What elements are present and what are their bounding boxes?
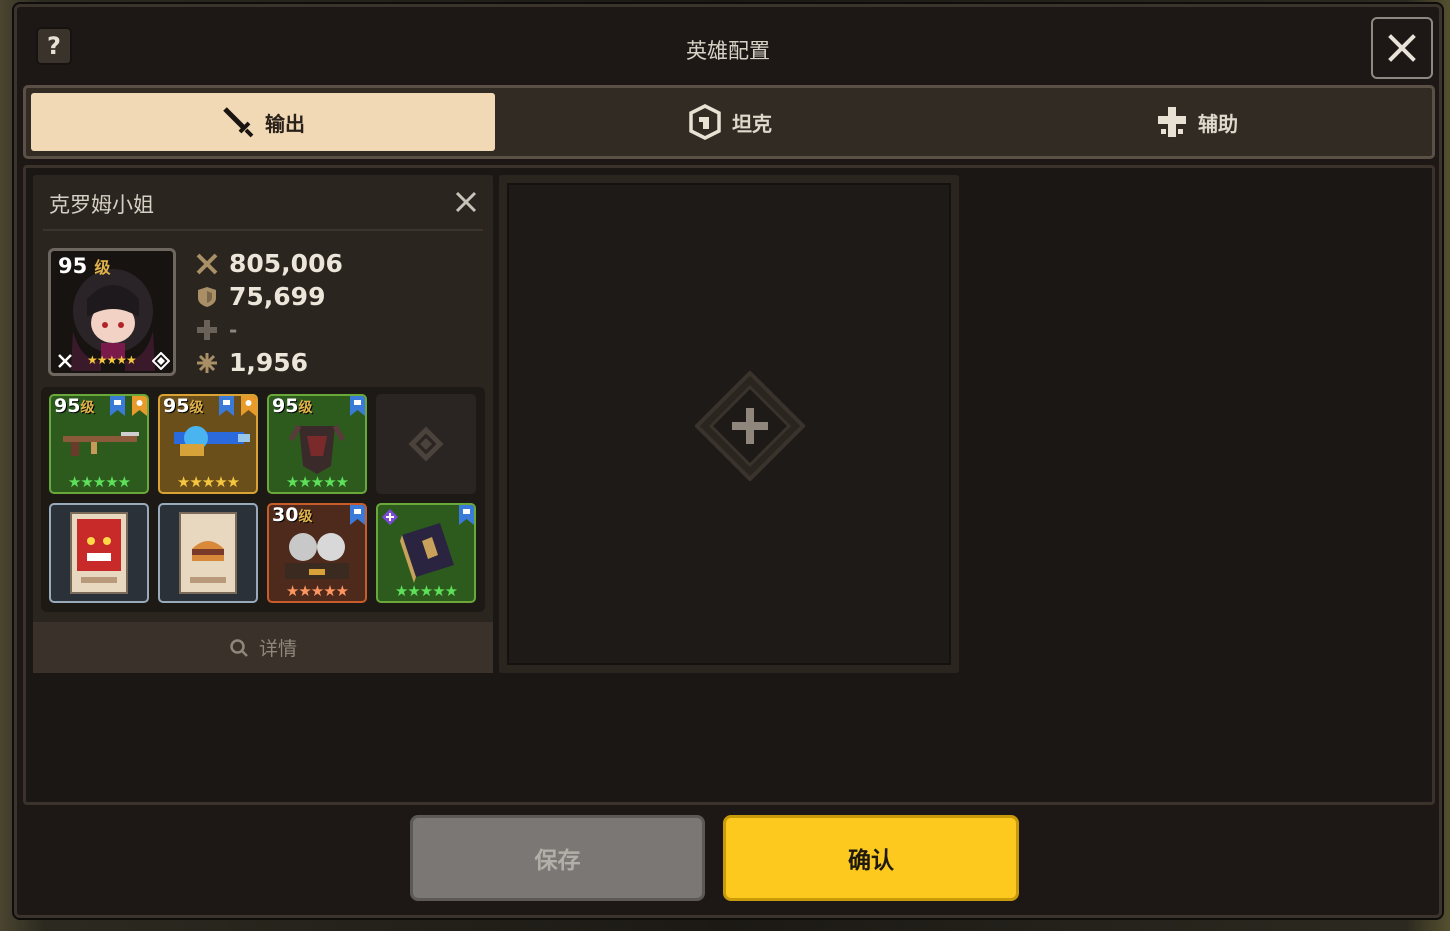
equip-slot-card-demon[interactable] [49,503,149,603]
hero-portrait[interactable]: 95 级 ★★★★★ [48,248,176,376]
equipment-grid: 95级 ★★★★★ 95级 ★★★★★ 95级 ★★★★★ 30级 ★★★★★ … [41,387,485,612]
equip-level: 95级 [163,395,204,417]
equip-slot-spellbook[interactable]: ★★★★★ [376,503,476,603]
hero-slots-area: 克罗姆小姐 95 级 ★★★★★ 805,006 75,699 - 1,956 … [23,165,1435,805]
bookmark-icon [132,396,147,416]
equip-slot-empty[interactable] [376,394,476,494]
tab-label: 坦克 [732,111,772,136]
hero-name: 克罗姆小姐 [49,193,154,217]
tab-label: 辅助 [1198,111,1238,136]
equip-level: 30级 [272,504,313,526]
tab-label: 输出 [265,111,305,136]
bookmark-icon [110,396,125,416]
equip-slot-weapon[interactable]: 95级 ★★★★★ [49,394,149,494]
burger-card-icon [179,512,237,594]
bookmark-icon [241,396,256,416]
heal-icon [195,318,219,342]
element-icon [152,352,170,370]
equip-slot-card-burger[interactable] [158,503,258,603]
empty-slot-frame [507,183,951,665]
close-button[interactable] [1371,17,1433,79]
bookmark-icon [350,505,365,525]
support-cross-icon [1158,107,1186,137]
hero-stars: ★★★★★ [87,353,137,367]
stat-defense: 75,699 [195,280,343,313]
sword-icon [223,107,254,138]
empty-slot-icon [408,426,444,462]
divider [43,229,483,231]
save-button[interactable]: 保存 [410,815,705,901]
equip-stars: ★★★★★ [285,473,349,491]
stat-support: 1,956 [195,346,343,379]
confirm-button[interactable]: 确认 [723,815,1019,901]
hero-level: 95 级 [58,254,111,278]
details-label: 详情 [258,638,297,660]
shield-icon [689,104,721,140]
equip-stars: ★★★★★ [285,582,349,600]
empty-hero-slot[interactable] [499,175,959,673]
hero-card[interactable]: 克罗姆小姐 95 级 ★★★★★ 805,006 75,699 - 1,956 … [33,175,493,673]
equip-slot-figures[interactable]: 30级 ★★★★★ [267,503,367,603]
defense-icon [195,285,219,309]
bookmark-icon [219,396,234,416]
dialog-title: 英雄配置 [686,39,770,63]
close-icon [1388,34,1416,62]
bookmark-icon [350,396,365,416]
dps-role-icon [58,354,72,368]
add-hero-icon[interactable] [695,371,805,481]
details-button[interactable]: 详情 [33,622,493,673]
support-icon [195,351,219,375]
hero-config-dialog: ? 英雄配置 输出 坦克 辅助 克罗姆小姐 95 级 ★★★★★ 805,006… [14,4,1442,918]
equip-stars: ★★★★★ [67,473,131,491]
hero-stats: 805,006 75,699 - 1,956 [195,247,343,379]
search-icon [230,638,248,657]
stat-attack: 805,006 [195,247,343,280]
remove-hero-icon[interactable] [453,189,479,215]
equip-level: 95级 [272,395,313,417]
attack-icon [195,252,219,276]
equip-stars: ★★★★★ [176,473,240,491]
equip-stars: ★★★★★ [394,582,458,600]
tab-tank[interactable]: 坦克 [498,93,962,151]
demon-card-icon [70,512,128,594]
tab-support[interactable]: 辅助 [965,93,1429,151]
equip-slot-blaster[interactable]: 95级 ★★★★★ [158,394,258,494]
bookmark-icon [459,505,474,525]
equip-slot-armor[interactable]: 95级 ★★★★★ [267,394,367,494]
stat-heal: - [195,313,343,346]
equip-level: 95级 [54,395,95,417]
role-tabs: 输出 坦克 辅助 [23,85,1435,159]
tab-dps[interactable]: 输出 [31,93,495,151]
purple-badge-icon [382,509,398,525]
